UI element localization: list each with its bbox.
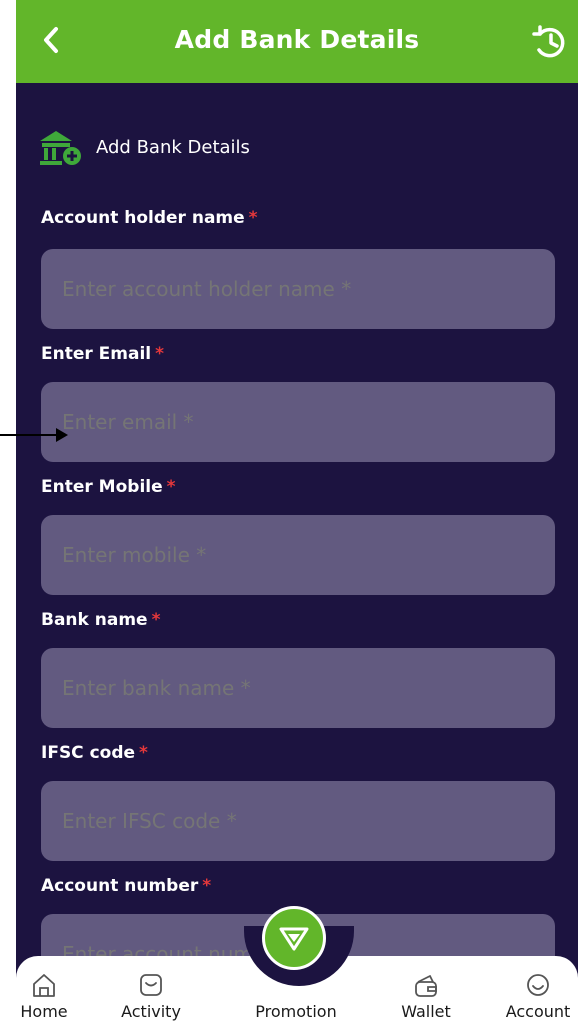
nav-home-label: Home bbox=[20, 1002, 68, 1021]
nav-activity-label: Activity bbox=[121, 1002, 181, 1021]
required-marker: * bbox=[202, 876, 212, 896]
home-icon bbox=[33, 974, 55, 997]
bank-name-label: Bank name * bbox=[41, 610, 160, 630]
activity-icon bbox=[140, 974, 162, 996]
account-holder-label: Account holder name * bbox=[41, 208, 258, 228]
nav-activity[interactable]: Activity bbox=[106, 970, 196, 1030]
required-marker: * bbox=[166, 477, 176, 497]
section-title-text: Add Bank Details bbox=[96, 136, 250, 158]
label-text: Enter Mobile bbox=[41, 477, 163, 497]
label-text: IFSC code bbox=[41, 743, 136, 763]
bank-name-input[interactable] bbox=[41, 648, 555, 728]
email-label: Enter Email * bbox=[41, 344, 164, 364]
page-title: Add Bank Details bbox=[174, 25, 420, 54]
nav-account[interactable]: Account bbox=[493, 970, 578, 1030]
app-screen: Add Bank Details Add Bank Details Accoun… bbox=[16, 0, 578, 1034]
label-text: Account holder name bbox=[41, 208, 245, 228]
label-text: Bank name bbox=[41, 610, 148, 630]
required-marker: * bbox=[139, 743, 148, 763]
bank-add-icon bbox=[40, 131, 81, 165]
account-icon bbox=[527, 974, 549, 996]
nav-wallet[interactable]: Wallet bbox=[381, 970, 471, 1030]
email-input[interactable] bbox=[41, 382, 555, 462]
nav-promotion[interactable]: Promotion bbox=[251, 970, 341, 1030]
required-marker: * bbox=[155, 344, 165, 364]
label-text: Account number bbox=[41, 876, 199, 896]
diamond-icon bbox=[279, 927, 309, 951]
required-marker: * bbox=[151, 610, 161, 630]
ifsc-label: IFSC code * bbox=[41, 743, 148, 763]
wallet-icon bbox=[415, 975, 437, 997]
required-marker: * bbox=[248, 208, 258, 228]
ifsc-input[interactable] bbox=[41, 781, 555, 861]
account-number-label: Account number * bbox=[41, 876, 211, 896]
account-holder-input[interactable] bbox=[41, 249, 555, 329]
back-button[interactable] bbox=[36, 22, 66, 58]
promotion-button[interactable] bbox=[262, 906, 326, 970]
label-text: Enter Email bbox=[41, 344, 152, 364]
annotation-arrow-head bbox=[56, 428, 68, 442]
mobile-label: Enter Mobile * bbox=[41, 477, 176, 497]
nav-home[interactable]: Home bbox=[16, 970, 89, 1030]
history-icon[interactable] bbox=[530, 22, 570, 62]
nav-wallet-label: Wallet bbox=[401, 1002, 451, 1021]
annotation-arrow-line bbox=[0, 434, 60, 436]
nav-promotion-label: Promotion bbox=[255, 1002, 337, 1021]
section-title: Add Bank Details bbox=[38, 127, 250, 167]
chevron-left-icon bbox=[44, 27, 58, 53]
nav-account-label: Account bbox=[505, 1002, 571, 1021]
header-bar: Add Bank Details bbox=[16, 0, 578, 83]
mobile-input[interactable] bbox=[41, 515, 555, 595]
